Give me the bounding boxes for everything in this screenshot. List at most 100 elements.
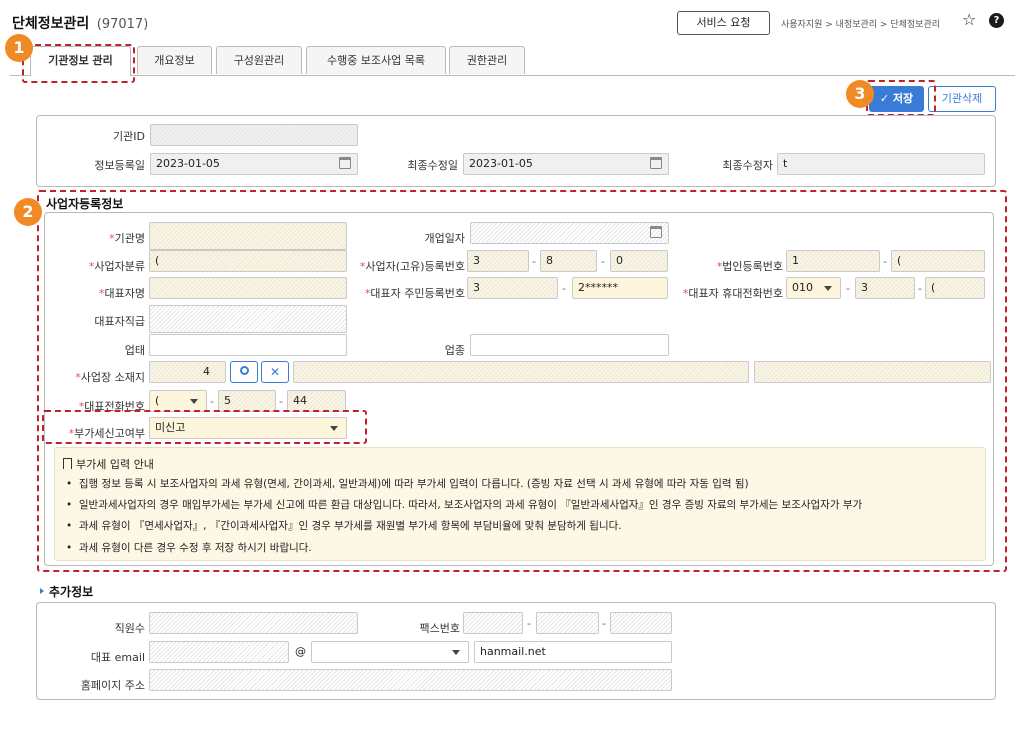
rep-phone-label: *대표자 휴대전화번호 xyxy=(682,287,783,300)
chevron-down-icon xyxy=(452,650,460,655)
address-clear-button[interactable]: ✕ xyxy=(261,361,289,383)
rep-rrn-part1[interactable]: 3 xyxy=(467,277,558,299)
staff-label: 직원수 xyxy=(114,622,145,635)
phone-2: 5 xyxy=(224,394,231,407)
rep-phone-1: 010 xyxy=(792,281,813,294)
page-title-group: 단체정보관리 (97017) xyxy=(12,13,148,33)
biz-no-2: 8 xyxy=(546,254,553,267)
rep-name-input[interactable] xyxy=(149,277,347,299)
tab-permissions[interactable]: 권한관리 xyxy=(449,46,525,74)
step-badge-3: 3 xyxy=(846,80,874,108)
vat-notice-title-text: 부가세 입력 안내 xyxy=(76,458,154,471)
staff-input[interactable] xyxy=(149,612,358,634)
phone-part3[interactable]: 44 xyxy=(287,390,346,412)
biz-no-part1[interactable]: 3 xyxy=(467,250,529,272)
biz-no-part2[interactable]: 8 xyxy=(540,250,597,272)
highlight-save xyxy=(866,80,936,116)
biz-no-label-text: 사업자(고유)등록번호 xyxy=(365,260,465,273)
reg-date-label: 정보등록일 xyxy=(94,159,145,172)
notice-item: • 과세 유형이 다른 경우 수정 후 저장 하시기 바랍니다. xyxy=(66,542,312,554)
biz-kind-input[interactable] xyxy=(149,334,347,356)
rep-phone-3: ( xyxy=(931,281,936,294)
close-icon: ✕ xyxy=(269,365,281,379)
notice-item-text: 집행 정보 등록 시 보조사업자의 과세 유형(면세, 간이과세, 일반과세)에… xyxy=(78,478,749,490)
calendar-icon xyxy=(339,157,351,169)
phone-part2[interactable]: 5 xyxy=(218,390,276,412)
phone-1: ( xyxy=(155,394,160,407)
dash: - xyxy=(883,255,887,268)
corp-no-part2[interactable]: ( xyxy=(891,250,985,272)
extra-section-title: 추가정보 xyxy=(49,585,94,599)
rep-phone-part3[interactable]: ( xyxy=(925,277,985,299)
rep-name-label: *대표자명 xyxy=(99,287,145,300)
biz-item-input[interactable] xyxy=(470,334,669,356)
chevron-down-icon xyxy=(190,399,198,404)
fax-part1[interactable] xyxy=(463,612,523,634)
tab-members[interactable]: 구성원관리 xyxy=(216,46,302,74)
service-request-button[interactable]: 서비스 요청 xyxy=(677,11,770,35)
address-detail-input[interactable] xyxy=(754,361,991,383)
vat-notice-title: 부가세 입력 안내 xyxy=(63,456,154,472)
biz-no-3: 0 xyxy=(616,254,623,267)
org-name-label: *기관명 xyxy=(109,232,145,245)
calendar-icon[interactable] xyxy=(650,226,662,238)
tab-bar-line xyxy=(10,75,1015,76)
tab-ongoing-projects[interactable]: 수행중 보조사업 목록 xyxy=(306,46,446,74)
rep-name-label-text: 대표자명 xyxy=(104,287,145,300)
tab-overview[interactable]: 개요정보 xyxy=(137,46,212,74)
org-name-input[interactable] xyxy=(149,222,347,250)
bookmark-icon xyxy=(63,458,72,469)
help-icon[interactable]: ? xyxy=(989,13,1004,28)
address-main-input[interactable] xyxy=(293,361,749,383)
biz-type-select[interactable]: ( xyxy=(149,250,347,272)
calendar-icon xyxy=(650,157,662,169)
modifier-label: 최종수정자 xyxy=(722,159,773,172)
modifier-field: t xyxy=(777,153,985,175)
address-zip-input[interactable]: 4 xyxy=(149,361,226,383)
email-domain-input[interactable]: hanmail.net xyxy=(474,641,672,663)
notice-item-text: 과세 유형이 『면세사업자』, 『간이과세사업자』인 경우 부가세를 재원별 부… xyxy=(78,520,622,532)
dash: - xyxy=(210,395,214,408)
notice-item: • 집행 정보 등록 시 보조사업자의 과세 유형(면세, 간이과세, 일반과세… xyxy=(66,478,749,490)
notice-item-text: 과세 유형이 다른 경우 수정 후 저장 하시기 바랍니다. xyxy=(78,542,312,554)
step-badge-2: 2 xyxy=(14,198,42,226)
dash: - xyxy=(279,395,283,408)
rep-rrn-part2[interactable]: 2****** xyxy=(572,277,668,299)
email-id-input[interactable] xyxy=(149,641,289,663)
rep-title-input[interactable] xyxy=(149,305,347,333)
org-name-label-text: 기관명 xyxy=(114,232,145,245)
fax-label: 팩스번호 xyxy=(419,622,460,635)
notice-item: • 과세 유형이 『면세사업자』, 『간이과세사업자』인 경우 부가세를 재원별… xyxy=(66,520,622,532)
fax-part3[interactable] xyxy=(610,612,672,634)
biz-no-part3[interactable]: 0 xyxy=(610,250,668,272)
address-search-button[interactable] xyxy=(230,361,258,383)
fax-part2[interactable] xyxy=(536,612,599,634)
phone-part1[interactable]: ( xyxy=(149,390,207,412)
search-icon xyxy=(239,366,249,375)
rep-rrn-label-text: 대표자 주민등록번호 xyxy=(370,287,465,300)
star-icon[interactable]: ☆ xyxy=(962,11,976,29)
rep-phone-part1[interactable]: 010 xyxy=(786,277,841,299)
corp-no-label: *법인등록번호 xyxy=(716,260,783,273)
biz-type-label-text: 사업자분류 xyxy=(94,260,145,273)
email-domain-select[interactable] xyxy=(311,641,469,663)
org-id-field xyxy=(150,124,358,146)
address-zip: 4 xyxy=(203,365,210,378)
rep-phone-2: 3 xyxy=(861,281,868,294)
page-title: 단체정보관리 xyxy=(12,16,90,32)
homepage-input[interactable] xyxy=(149,669,672,691)
delete-org-button[interactable]: 기관삭제 xyxy=(928,86,996,112)
rep-phone-part2[interactable]: 3 xyxy=(855,277,915,299)
org-id-label: 기관ID xyxy=(113,130,145,143)
biz-kind-label: 업태 xyxy=(124,344,145,357)
open-date-input[interactable] xyxy=(470,222,669,244)
step-badge-1: 1 xyxy=(5,34,33,62)
reg-date-value: 2023-01-05 xyxy=(156,157,220,170)
mod-date-label: 최종수정일 xyxy=(407,159,458,172)
biz-no-label: *사업자(고유)등록번호 xyxy=(359,260,465,273)
dash: - xyxy=(846,282,850,295)
corp-no-part1[interactable]: 1 xyxy=(786,250,880,272)
dash: - xyxy=(602,617,606,630)
modifier-value: t xyxy=(783,157,788,170)
dash: - xyxy=(562,282,566,295)
